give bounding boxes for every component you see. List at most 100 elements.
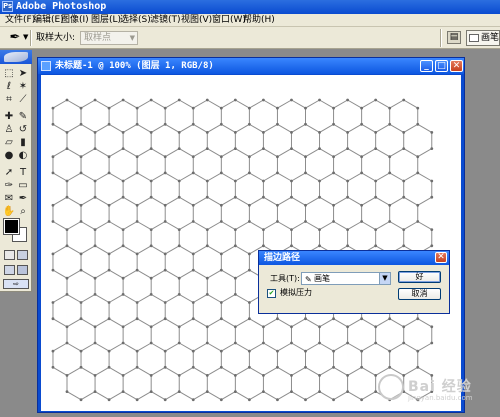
shape-icon[interactable]: ▭ (16, 180, 30, 192)
dodge-icon[interactable]: ◐ (16, 150, 30, 162)
path-anchor-point (149, 325, 153, 329)
menu-view[interactable]: 视图(V) (179, 14, 214, 27)
path-anchor-point (219, 106, 223, 110)
hex-edge (193, 318, 208, 328)
quick-mask-mode-icon[interactable] (17, 250, 28, 260)
path-anchor-point (51, 122, 55, 126)
hex-edge (94, 245, 110, 255)
hex-edge (319, 221, 334, 231)
path-anchor-point (402, 341, 406, 345)
gradient-icon[interactable]: ▮ (16, 137, 30, 149)
hex-edge (136, 391, 152, 401)
healing-brush-icon[interactable]: ✚ (2, 111, 16, 123)
hex-edge (235, 318, 250, 328)
path-anchor-point (135, 252, 139, 256)
path-anchor-point (65, 179, 69, 183)
type-icon[interactable]: T (16, 167, 30, 179)
path-anchor-point (65, 341, 69, 345)
hex-edge (52, 221, 68, 231)
hex-edge (66, 123, 82, 133)
crop-icon[interactable]: ⌗ (2, 94, 16, 106)
blur-icon[interactable]: ● (2, 150, 16, 162)
path-anchor-point (79, 155, 83, 159)
dialog-close-button[interactable]: ✕ (435, 252, 447, 263)
dialog-title: 描边路径 (264, 253, 301, 263)
hex-edge (249, 123, 264, 133)
hex-edge (277, 148, 292, 158)
path-anchor-point (402, 244, 406, 248)
palette-well-icon[interactable]: ▤ (447, 31, 461, 44)
path-anchor-point (93, 374, 97, 377)
hex-edge (94, 342, 110, 352)
jump-to-imageready-icon[interactable]: ⇨ (3, 279, 29, 289)
pen-icon[interactable]: ✑ (2, 180, 16, 192)
hex-edge (249, 342, 264, 352)
screen-mode-standard-icon[interactable] (4, 265, 15, 275)
hex-edge (291, 366, 306, 376)
path-anchor-point (360, 155, 364, 159)
hex-edge (94, 391, 110, 401)
close-button[interactable]: ✕ (450, 60, 463, 72)
path-anchor-point (79, 301, 83, 304)
menu-help[interactable]: 帮助(H) (241, 14, 277, 27)
hex-edge (375, 318, 390, 328)
path-anchor-point (247, 155, 251, 159)
path-anchor-point (107, 365, 111, 369)
document-canvas[interactable] (41, 75, 461, 411)
clone-stamp-icon[interactable]: ♙ (2, 124, 16, 136)
tool-select[interactable]: ✎ 画笔 ▼ (301, 272, 391, 285)
move-icon[interactable]: ➤ (16, 68, 30, 80)
magic-wand-icon[interactable]: ✶ (16, 81, 30, 93)
path-anchor-point (332, 203, 335, 207)
slice-icon[interactable]: ⟋ (16, 94, 30, 106)
maximize-button[interactable]: □ (435, 60, 448, 72)
menu-filter[interactable]: 滤镜(T) (148, 14, 183, 27)
path-anchor-point (65, 293, 69, 296)
hand-icon[interactable]: ✋ (2, 206, 16, 218)
history-brush-icon[interactable]: ↺ (16, 124, 30, 136)
brush-icon[interactable]: ✎ (16, 111, 30, 123)
hex-edge (150, 293, 166, 303)
sample-size-select[interactable]: 取样点 ▼ (80, 31, 138, 45)
simulate-pressure-label[interactable]: 模拟压力 (280, 287, 312, 299)
hex-edge (150, 342, 166, 352)
path-anchor-point (318, 179, 321, 183)
dialog-title-bar[interactable]: 描边路径 ✕ (259, 251, 449, 265)
foreground-color-swatch[interactable] (3, 218, 20, 235)
path-anchor-point (79, 317, 83, 321)
hex-edge (164, 172, 180, 182)
brushes-tab[interactable]: 画笔 (466, 30, 500, 46)
hex-edge (375, 123, 390, 133)
path-anchor-point (247, 301, 251, 304)
standard-mode-icon[interactable] (4, 250, 15, 260)
marquee-icon[interactable]: ⬚ (2, 68, 16, 80)
path-anchor-point (304, 106, 307, 110)
document-title-bar[interactable]: 未标题-1 @ 100% (图层 1, RGB/8) _ □ ✕ (38, 58, 464, 74)
simulate-pressure-checkbox[interactable]: ✔ (267, 289, 276, 298)
cancel-button[interactable]: 取消 (398, 288, 441, 300)
path-anchor-point (276, 171, 279, 175)
path-anchor-point (346, 131, 349, 134)
eyedropper-icon[interactable]: ✒ (16, 193, 30, 205)
ok-button[interactable]: 好 (398, 271, 441, 283)
path-anchor-point (233, 179, 237, 183)
eyedropper-icon[interactable]: ✒ (6, 30, 24, 46)
hex-edge (221, 196, 236, 206)
zoom-icon[interactable]: ⌕ (16, 206, 30, 218)
path-anchor-point (93, 195, 97, 199)
lasso-icon[interactable]: ℓ (2, 81, 16, 93)
hex-edge (389, 123, 404, 133)
path-anchor-point (121, 325, 125, 329)
eraser-icon[interactable]: ▱ (2, 137, 16, 149)
path-selection-icon[interactable]: ➚ (2, 167, 16, 179)
minimize-button[interactable]: _ (420, 60, 433, 72)
toolbox-grip[interactable] (0, 50, 32, 64)
menu-image[interactable]: 图像(I) (59, 14, 91, 27)
options-divider (30, 30, 32, 46)
tool-preset-chevron-down-icon[interactable]: ▼ (23, 33, 28, 41)
hex-edge (136, 342, 152, 352)
path-anchor-point (346, 341, 349, 345)
path-anchor-point (191, 155, 195, 159)
screen-mode-full-icon[interactable] (17, 265, 28, 275)
notes-icon[interactable]: ✉ (2, 193, 16, 205)
